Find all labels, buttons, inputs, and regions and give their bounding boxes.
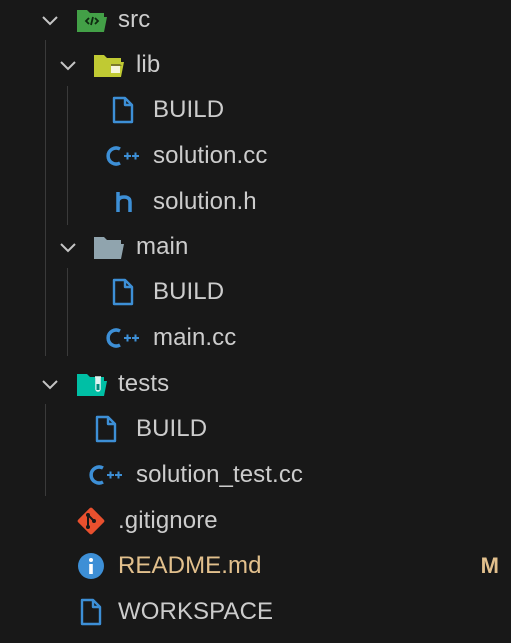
tree-item-label: main.cc (153, 323, 237, 351)
tree-item-label: .gitignore (118, 506, 218, 534)
tree-item-label: README.md (118, 551, 262, 579)
file-explorer-tree: src lib BUILD solution.cc solution.h mai… (0, 0, 511, 643)
tree-item-label: BUILD (153, 95, 225, 123)
folder-open-icon (93, 224, 125, 269)
tree-item-tests-folder[interactable]: tests (0, 361, 511, 406)
chevron-down-icon[interactable] (58, 224, 78, 269)
tree-item-label: solution_test.cc (136, 460, 304, 488)
chevron-down-icon[interactable] (40, 361, 60, 406)
tree-item-src-folder[interactable]: src (0, 0, 511, 42)
tree-item-file[interactable]: solution.cc (0, 133, 511, 178)
tree-item-label: tests (118, 369, 170, 397)
cpp-icon (106, 315, 140, 360)
tree-item-label: src (118, 5, 151, 33)
tree-item-file[interactable]: .gitignore (0, 498, 511, 543)
tree-item-file[interactable]: solution.h (0, 179, 511, 224)
folder-lib-open-icon (93, 42, 125, 87)
tree-item-label: lib (136, 50, 161, 78)
folder-src-open-icon (76, 0, 108, 42)
tree-item-label: main (136, 232, 189, 260)
tree-item-label: BUILD (153, 277, 225, 305)
tree-item-file[interactable]: solution_test.cc (0, 452, 511, 497)
tree-item-file[interactable]: main.cc (0, 315, 511, 360)
git-modified-badge: M (480, 552, 499, 578)
file-icon (80, 589, 102, 634)
file-icon (112, 269, 134, 314)
tree-item-file[interactable]: WORKSPACE (0, 589, 511, 634)
tree-item-lib-folder[interactable]: lib (0, 42, 511, 87)
file-icon (95, 406, 117, 451)
tree-item-file[interactable]: BUILD (0, 87, 511, 132)
cpp-icon (106, 133, 140, 178)
tree-item-label: solution.h (153, 187, 257, 215)
file-icon (112, 87, 134, 132)
cpp-icon (89, 452, 123, 497)
header-h-icon (115, 179, 135, 224)
git-icon (77, 498, 105, 543)
tree-item-label: WORKSPACE (118, 597, 274, 625)
tree-item-label: solution.cc (153, 141, 268, 169)
tree-item-label: BUILD (136, 414, 208, 442)
folder-tests-open-icon (76, 361, 108, 406)
chevron-down-icon[interactable] (58, 42, 78, 87)
info-icon (77, 543, 105, 588)
tree-item-file[interactable]: BUILD (0, 269, 511, 314)
tree-item-main-folder[interactable]: main (0, 224, 511, 269)
tree-item-file[interactable]: README.md M (0, 543, 511, 588)
chevron-down-icon[interactable] (40, 0, 60, 42)
tree-item-file[interactable]: BUILD (0, 406, 511, 451)
